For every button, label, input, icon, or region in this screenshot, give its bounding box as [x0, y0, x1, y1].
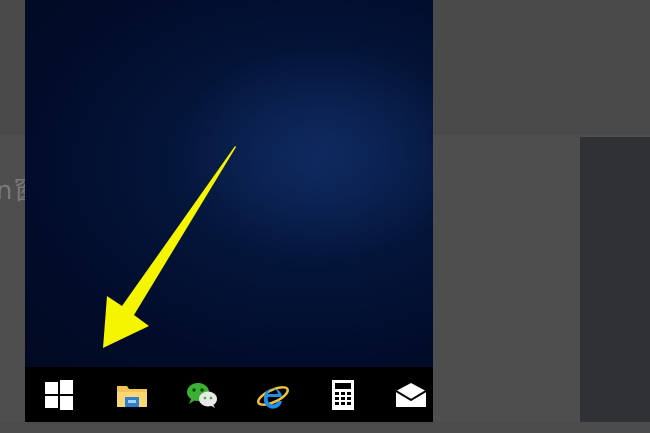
- yellow-arrow-annotation: [103, 146, 236, 348]
- right-dark-panel: [580, 137, 650, 433]
- file-explorer-button[interactable]: [102, 367, 162, 422]
- ie-icon: [257, 385, 289, 409]
- calculator-button[interactable]: [313, 367, 373, 422]
- arrow-shape: [103, 146, 236, 348]
- wechat-icon: [187, 382, 217, 408]
- mail-icon: [395, 382, 427, 407]
- start-button[interactable]: [29, 367, 89, 422]
- desktop-wallpaper: [25, 0, 433, 367]
- page-bottom-strip: [0, 422, 650, 433]
- internet-explorer-button[interactable]: [243, 367, 303, 422]
- mail-button[interactable]: [381, 367, 441, 422]
- wechat-button[interactable]: [172, 367, 232, 422]
- taskbar: [25, 367, 433, 422]
- folder-icon: [117, 385, 147, 407]
- calculator-icon: [332, 379, 354, 410]
- windows-logo-icon: [45, 379, 73, 410]
